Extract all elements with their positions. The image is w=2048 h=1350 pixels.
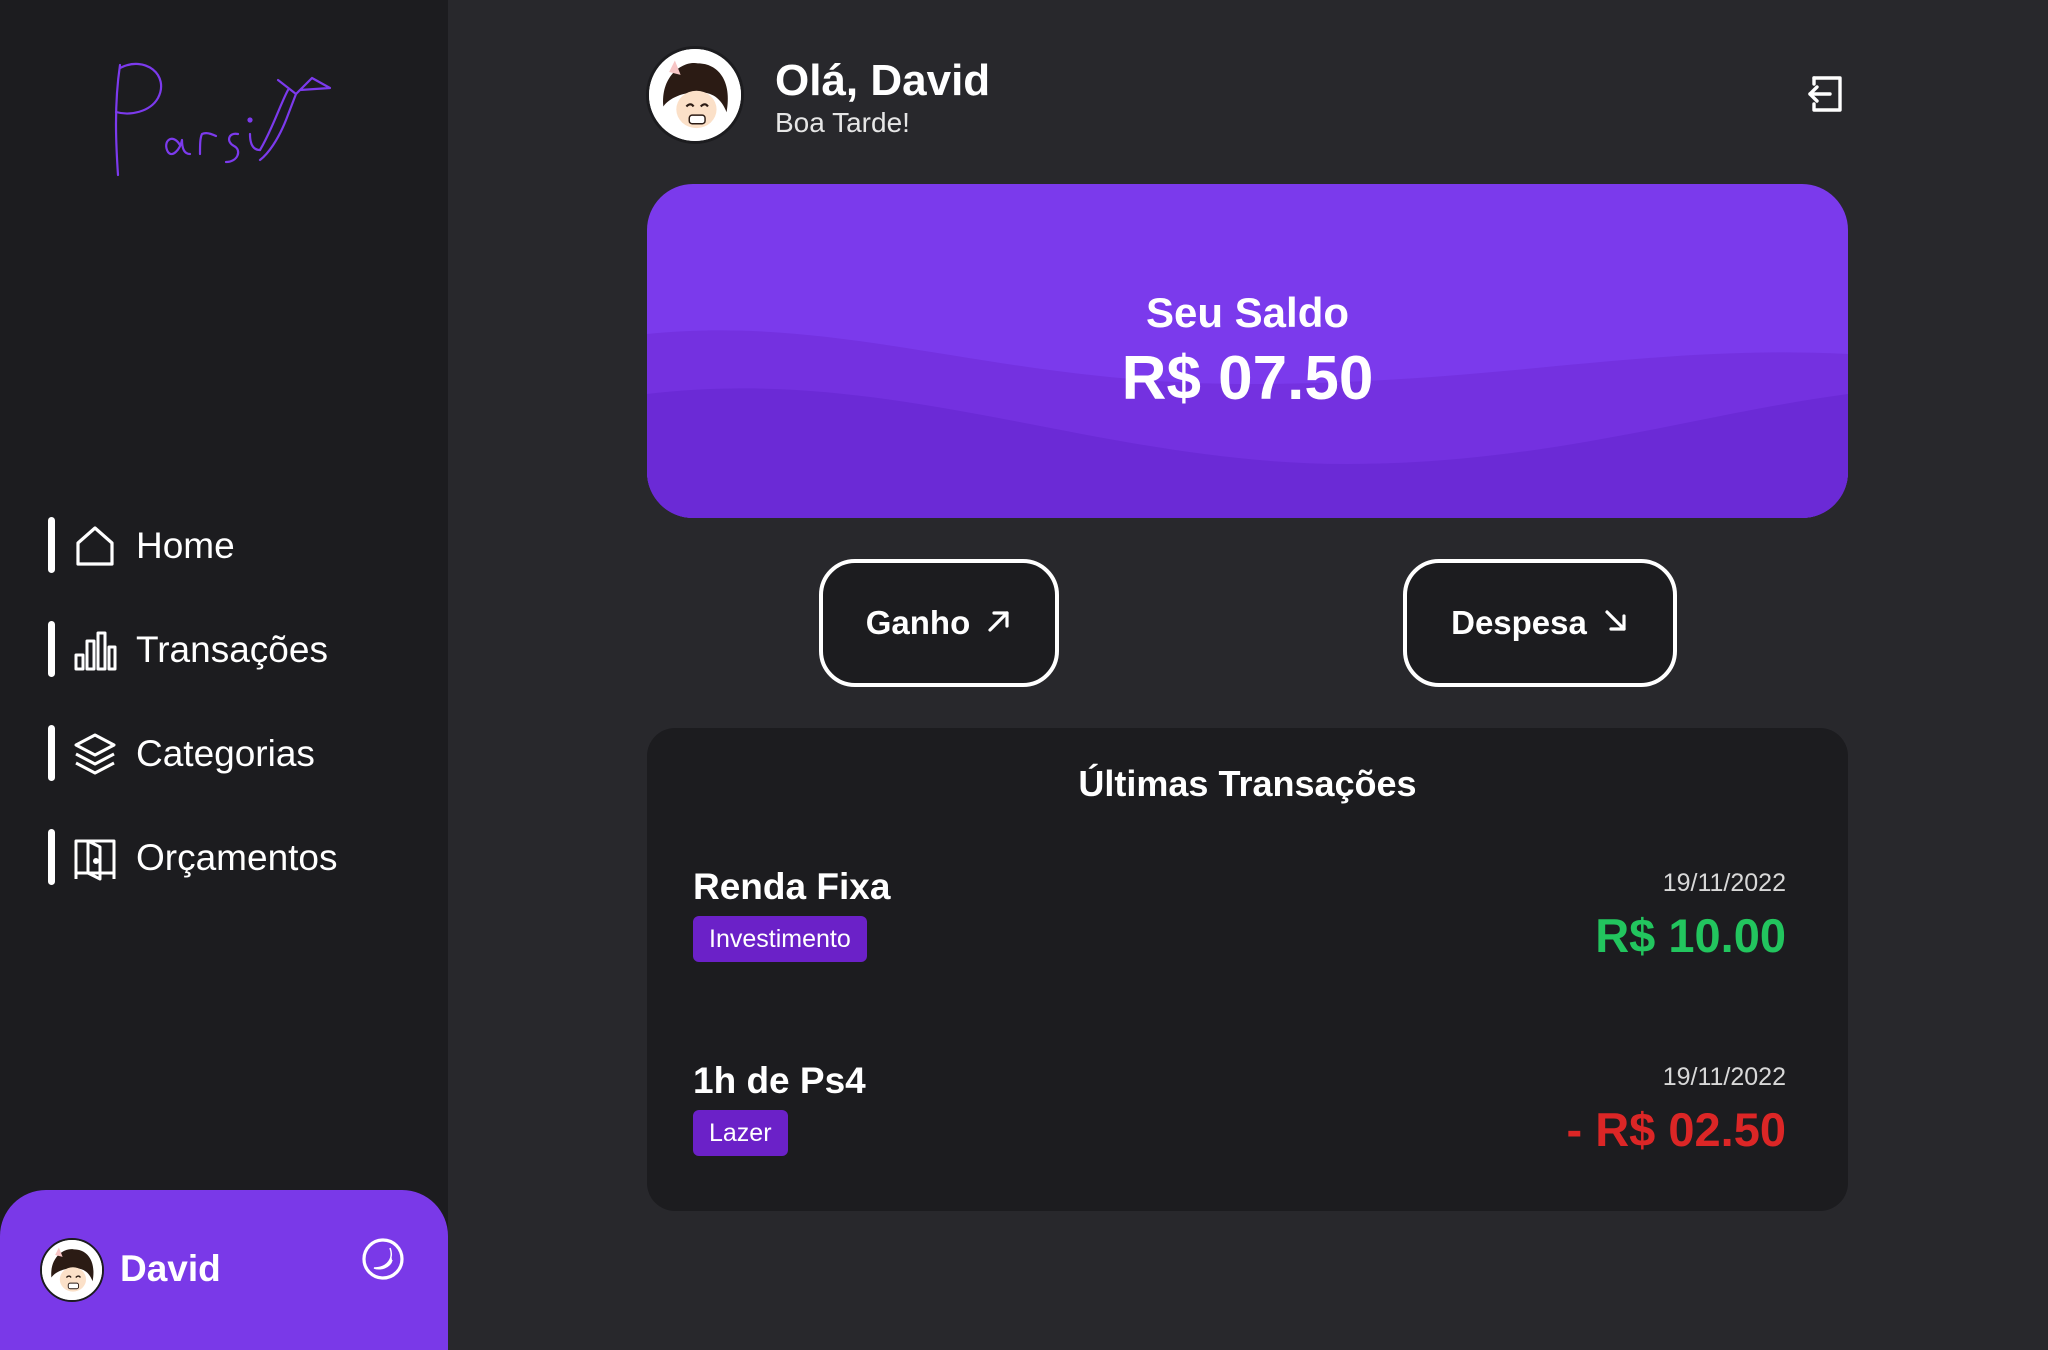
avatar[interactable] [40, 1238, 104, 1302]
transaction-amount: - R$ 02.50 [1566, 1103, 1786, 1156]
income-button-label: Ganho [865, 604, 971, 641]
bar-chart-icon [72, 627, 118, 673]
sidebar-nav: Home Transações Categorias Orçamentos [0, 493, 448, 909]
brand-logo[interactable] [100, 50, 350, 190]
greeting-subtitle: Boa Tarde! [775, 107, 910, 138]
list-item[interactable]: 1h de Ps4 Lazer 19/11/2022 - R$ 02.50 [647, 1058, 1848, 1218]
category-badge: Investimento [693, 916, 867, 962]
greeting-title: Olá, David [775, 56, 991, 105]
expense-button[interactable]: Despesa [1403, 559, 1677, 687]
transactions-card: Últimas Transações Renda Fixa Investimen… [647, 728, 1848, 1211]
category-badge: Lazer [693, 1110, 788, 1156]
transaction-name: Renda Fixa [693, 866, 891, 907]
nav-indicator [48, 621, 55, 677]
balance-card: Seu Saldo R$ 07.50 [647, 184, 1848, 518]
expense-button-label: Despesa [1451, 604, 1587, 641]
sidebar-item-label: Categorias [136, 733, 315, 774]
arrow-up-right-icon [986, 608, 1012, 639]
transaction-date: 19/11/2022 [1662, 869, 1786, 897]
transaction-date: 19/11/2022 [1662, 1063, 1786, 1091]
avatar[interactable] [646, 46, 744, 144]
sidebar-item-label: Orçamentos [136, 837, 338, 878]
sidebar-item-label: Transações [136, 629, 328, 670]
home-icon [72, 523, 118, 569]
income-button[interactable]: Ganho [819, 559, 1059, 687]
sidebar-item-transacoes[interactable]: Transações [0, 597, 448, 701]
wallet-door-icon [72, 835, 118, 881]
sidebar: Home Transações Categorias Orçamentos Da… [0, 0, 448, 1350]
profile-card[interactable]: David [0, 1190, 448, 1350]
sidebar-item-categorias[interactable]: Categorias [0, 701, 448, 805]
sidebar-item-orcamentos[interactable]: Orçamentos [0, 805, 448, 909]
nav-indicator [48, 829, 55, 885]
balance-label: Seu Saldo [1145, 289, 1350, 336]
transaction-name: 1h de Ps4 [693, 1060, 866, 1101]
sidebar-item-home[interactable]: Home [0, 493, 448, 597]
nav-indicator [48, 725, 55, 781]
arrow-down-right-icon [1603, 608, 1629, 639]
list-item[interactable]: Renda Fixa Investimento 19/11/2022 R$ 10… [647, 864, 1848, 1024]
nav-indicator [48, 517, 55, 573]
layers-icon [72, 731, 118, 777]
transaction-amount: R$ 10.00 [1595, 909, 1786, 962]
logout-icon[interactable] [1806, 72, 1846, 116]
transactions-title: Últimas Transações [1078, 763, 1417, 804]
app: Home Transações Categorias Orçamentos Da… [0, 0, 2048, 1350]
moon-icon[interactable] [360, 1236, 406, 1282]
profile-name: David [120, 1248, 221, 1289]
sidebar-item-label: Home [136, 525, 235, 566]
balance-value: R$ 07.50 [1121, 344, 1374, 413]
